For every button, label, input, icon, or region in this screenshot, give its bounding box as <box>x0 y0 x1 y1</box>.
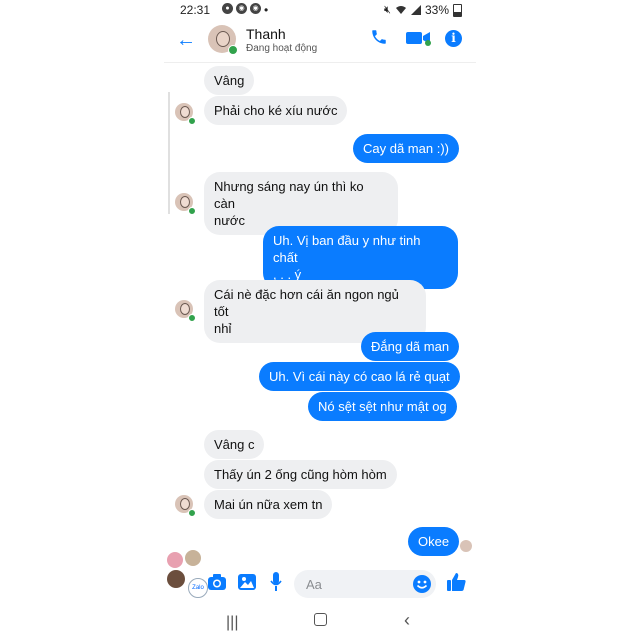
message-outgoing[interactable]: Okee <box>408 527 460 556</box>
signal-icon <box>410 5 421 15</box>
notification-icons: ● ◉ ◉ • <box>222 3 268 17</box>
read-receipt-avatar <box>460 540 472 552</box>
status-time: 22:31 <box>180 3 211 17</box>
image-icon[interactable] <box>238 574 256 590</box>
online-status-dot <box>188 117 196 125</box>
message-incoming[interactable]: Phải cho ké xíu nước <box>204 96 348 125</box>
chat-head-avatar[interactable] <box>185 550 201 566</box>
status-right: 🔇︎ 33% <box>384 3 462 17</box>
chat-head-avatar[interactable] <box>167 552 183 568</box>
battery-percent: 33% <box>424 3 449 17</box>
contact-name[interactable]: Thanh <box>246 26 286 42</box>
wifi-icon <box>395 6 406 14</box>
chat-head-avatar[interactable] <box>167 570 185 588</box>
thumbs-up-icon[interactable] <box>447 572 467 592</box>
online-status-dot <box>188 314 196 322</box>
phone-screen: 22:31 ● ◉ ◉ • 🔇︎ 33% ← Thanh Đang hoạt đ… <box>164 0 476 640</box>
emoji-icon[interactable] <box>413 575 431 593</box>
message-incoming[interactable]: Mai ún nữa xem tn <box>204 490 333 519</box>
online-status-dot <box>188 207 196 215</box>
camera-icon[interactable] <box>208 574 226 590</box>
message-outgoing[interactable]: Nó sệt sệt như mật og <box>308 392 457 421</box>
message-outgoing[interactable]: Cay dã man :)) <box>353 134 459 163</box>
chat-header: ← Thanh Đang hoạt động i <box>164 20 476 63</box>
back-nav-icon[interactable]: ‹ <box>404 610 410 631</box>
more-dot-icon: • <box>264 3 269 17</box>
messenger-notification-icon: ◉ <box>236 3 247 14</box>
system-nav-bar: ||| ‹ <box>164 608 476 640</box>
mute-icon: 🔇︎ <box>384 3 391 16</box>
notification-icon: ● <box>222 3 233 14</box>
online-status-dot <box>188 509 196 517</box>
back-arrow-icon[interactable]: ← <box>176 29 196 52</box>
recent-apps-icon[interactable]: ||| <box>226 614 238 632</box>
messenger-notification-icon: ◉ <box>250 3 261 14</box>
contact-status: Đang hoạt động <box>246 43 318 54</box>
message-outgoing[interactable]: Uh. Vì cái này có cao lá rẻ quạt <box>259 362 460 391</box>
battery-icon <box>453 3 462 17</box>
microphone-icon[interactable] <box>270 572 282 592</box>
home-icon[interactable] <box>314 613 327 626</box>
phone-call-icon[interactable] <box>370 28 388 46</box>
message-outgoing[interactable]: Đắng dã man <box>361 332 460 361</box>
reply-thread-line <box>168 92 170 214</box>
video-call-icon[interactable] <box>406 30 432 46</box>
online-status-dot <box>228 45 238 55</box>
message-incoming[interactable]: Thấy ún 2 ống cũng hòm hòm <box>204 460 397 489</box>
zalo-chat-head[interactable]: Zalo <box>188 578 208 598</box>
status-bar: 22:31 ● ◉ ◉ • 🔇︎ 33% <box>164 0 476 20</box>
message-incoming[interactable]: Vâng <box>204 66 255 95</box>
info-icon[interactable]: i <box>445 30 462 47</box>
message-incoming[interactable]: Vâng c <box>204 430 265 459</box>
